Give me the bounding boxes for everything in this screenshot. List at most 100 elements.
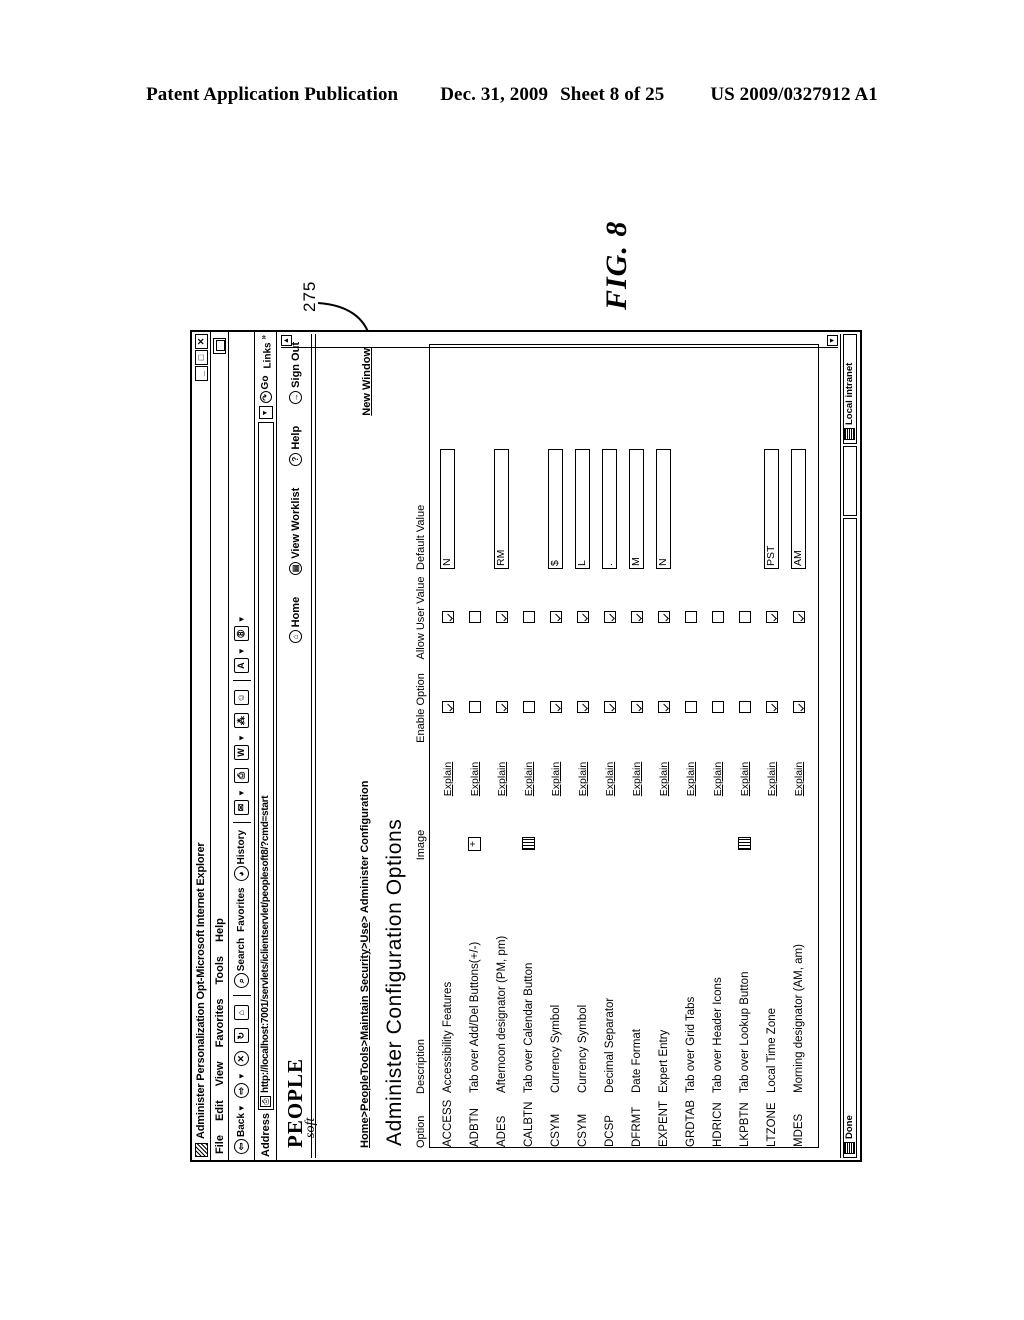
address-input[interactable]: ⎙ http://localhost:7001/servlets/iclient…: [257, 422, 274, 1110]
allow-user-value-checkbox[interactable]: [657, 611, 670, 623]
minimize-button[interactable]: _: [194, 366, 208, 381]
enable-option-checkbox[interactable]: [522, 701, 535, 713]
print-button[interactable]: ⎙: [234, 764, 249, 785]
address-dropdown-button[interactable]: ▼: [258, 406, 273, 420]
plus-button-icon[interactable]: +: [468, 837, 481, 851]
enable-option-checkbox[interactable]: [711, 701, 724, 713]
enable-option-checkbox[interactable]: [765, 701, 778, 713]
cell-allow-user-value: [495, 569, 508, 665]
enable-option-checkbox[interactable]: [441, 701, 454, 713]
default-value-input[interactable]: N: [656, 449, 671, 569]
table-row: CALBTN Tab over Calendar Button Explain: [515, 345, 542, 1147]
explain-link[interactable]: Explain: [766, 762, 778, 796]
maximize-button[interactable]: □: [194, 350, 208, 365]
messenger-button[interactable]: ☺: [234, 686, 249, 707]
home-button[interactable]: ⌂: [234, 1001, 249, 1022]
menu-edit[interactable]: Edit: [214, 1100, 226, 1121]
allow-user-value-checkbox[interactable]: [576, 611, 589, 623]
go-button[interactable]: ↷ Go: [259, 376, 272, 404]
menu-help[interactable]: Help: [214, 918, 226, 942]
enable-option-checkbox[interactable]: [576, 701, 589, 713]
search-button[interactable]: ⌕ Search: [234, 936, 249, 990]
allow-user-value-checkbox[interactable]: [522, 611, 535, 623]
breadcrumb-maintain-security[interactable]: Maintain Security: [359, 949, 371, 1040]
default-value-input[interactable]: $: [548, 449, 563, 569]
explain-link[interactable]: Explain: [685, 762, 697, 796]
mail-button[interactable]: ✉ ▼: [234, 787, 249, 817]
allow-user-value-checkbox[interactable]: [630, 611, 643, 623]
default-value-input[interactable]: PST: [764, 449, 779, 569]
explain-link[interactable]: Explain: [631, 762, 643, 796]
menu-file[interactable]: File: [214, 1135, 226, 1154]
back-button[interactable]: ⇦ Back ▼: [234, 1102, 249, 1156]
explain-link[interactable]: Explain: [604, 762, 616, 796]
default-value-input[interactable]: .: [602, 449, 617, 569]
enable-option-checkbox[interactable]: [792, 701, 805, 713]
enable-option-checkbox[interactable]: [738, 701, 751, 713]
allow-user-value-checkbox[interactable]: [711, 611, 724, 623]
explain-link[interactable]: Explain: [658, 762, 670, 796]
explain-link[interactable]: Explain: [712, 762, 724, 796]
enable-option-checkbox[interactable]: [684, 701, 697, 713]
menu-tools[interactable]: Tools: [214, 956, 226, 985]
breadcrumb-use[interactable]: Use: [359, 922, 371, 942]
refresh-button[interactable]: ↻: [234, 1024, 249, 1045]
explain-link[interactable]: Explain: [739, 762, 751, 796]
favorites-button[interactable]: Favorites: [236, 885, 247, 933]
forward-button[interactable]: ⇨ ▼: [234, 1070, 249, 1100]
allow-user-value-checkbox[interactable]: [495, 611, 508, 623]
allow-user-value-checkbox[interactable]: [468, 611, 481, 623]
calendar-icon[interactable]: [522, 837, 535, 851]
breadcrumb-home[interactable]: Home: [359, 1117, 371, 1148]
allow-user-value-checkbox[interactable]: [738, 611, 751, 623]
edit-button[interactable]: W ▼: [234, 732, 249, 762]
enable-option-checkbox[interactable]: [468, 701, 481, 713]
cell-option: DFRMT: [630, 1106, 643, 1147]
allow-user-value-checkbox[interactable]: [603, 611, 616, 623]
allow-user-value-checkbox[interactable]: [684, 611, 697, 623]
enable-option-checkbox[interactable]: [495, 701, 508, 713]
enable-option-checkbox[interactable]: [657, 701, 670, 713]
allow-user-value-checkbox[interactable]: [549, 611, 562, 623]
nav-home[interactable]: ⌂ Home: [289, 597, 302, 644]
nav-view-worklist[interactable]: ▤ View Worklist: [289, 488, 302, 575]
allow-user-value-checkbox[interactable]: [792, 611, 805, 623]
default-value-input[interactable]: AM: [791, 449, 806, 569]
new-window-link[interactable]: New Window: [361, 348, 373, 416]
explain-link[interactable]: Explain: [523, 762, 535, 796]
allow-user-value-checkbox[interactable]: [765, 611, 778, 623]
default-value-input[interactable]: M: [629, 449, 644, 569]
explain-link[interactable]: Explain: [496, 762, 508, 796]
scroll-down-button[interactable]: ▼: [827, 335, 838, 346]
menu-favorites[interactable]: Favorites: [214, 998, 226, 1047]
default-value-input[interactable]: N: [440, 449, 455, 569]
scroll-up-button[interactable]: ▲: [281, 335, 292, 346]
explain-link[interactable]: Explain: [442, 762, 454, 796]
default-value-input[interactable]: RM: [494, 449, 509, 569]
default-value-input[interactable]: L: [575, 449, 590, 569]
discuss-button[interactable]: ⁂: [234, 709, 249, 730]
explain-link[interactable]: Explain: [550, 762, 562, 796]
research-button[interactable]: ➇ ▼: [234, 613, 249, 643]
allow-user-value-checkbox[interactable]: [441, 611, 454, 623]
explain-link[interactable]: Explain: [577, 762, 589, 796]
page-scrollbar[interactable]: ▲ ▼: [281, 334, 838, 348]
breadcrumb-peopletools[interactable]: PeopleTools: [359, 1046, 371, 1111]
security-zone[interactable]: Local intranet: [842, 334, 857, 444]
history-button[interactable]: ◕ History: [234, 828, 249, 883]
lookup-icon[interactable]: [738, 837, 751, 851]
nav-sign-out[interactable]: → Sign Out: [289, 342, 302, 404]
cell-enable-option: [468, 665, 481, 749]
enable-option-checkbox[interactable]: [630, 701, 643, 713]
links-button[interactable]: Links »: [258, 335, 273, 373]
close-button[interactable]: ✕: [194, 334, 208, 349]
nav-help[interactable]: ? Help: [289, 426, 302, 466]
enable-option-checkbox[interactable]: [603, 701, 616, 713]
stop-button[interactable]: ✕: [234, 1047, 249, 1068]
explain-link[interactable]: Explain: [793, 762, 805, 796]
fontsize-button[interactable]: A ▼: [234, 645, 249, 675]
explain-link[interactable]: Explain: [469, 762, 481, 796]
menu-view[interactable]: View: [214, 1061, 226, 1086]
cell-explain: Explain: [469, 749, 481, 809]
enable-option-checkbox[interactable]: [549, 701, 562, 713]
